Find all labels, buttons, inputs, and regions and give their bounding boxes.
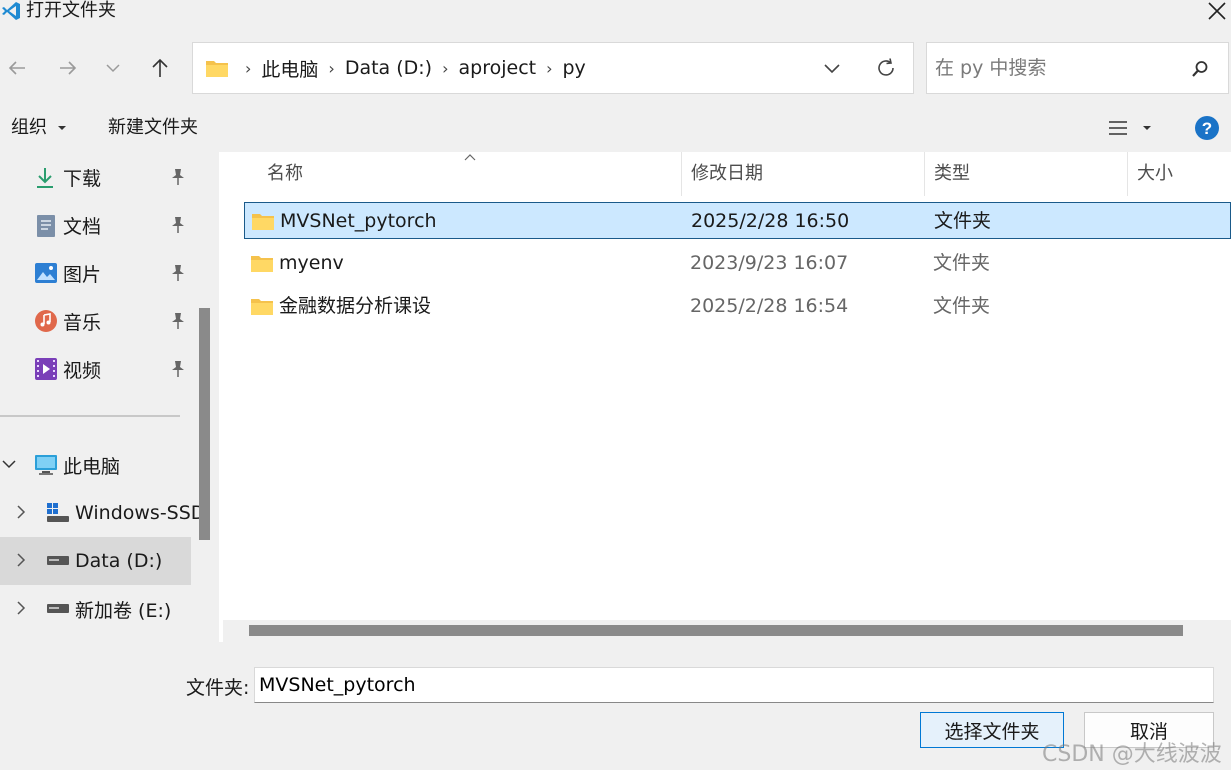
sidebar-item-label: Windows-SSD [75, 502, 206, 524]
window-title: 打开文件夹 [26, 0, 116, 21]
sidebar-item-videos[interactable]: 视频 [0, 345, 191, 393]
svg-text:?: ? [1202, 119, 1212, 138]
sidebar-item-label: 此电脑 [63, 455, 121, 478]
chevron-right-icon[interactable] [14, 601, 28, 615]
help-icon[interactable]: ? [1194, 115, 1220, 141]
folder-name-field[interactable] [254, 667, 1214, 703]
sidebar-item-data-d[interactable]: Data (D:) [0, 537, 191, 585]
pin-icon[interactable] [170, 168, 186, 186]
breadcrumb-separator: › [442, 58, 449, 78]
column-header-size[interactable]: 大小 [1137, 152, 1173, 196]
column-divider[interactable] [1127, 152, 1128, 196]
chevron-right-icon[interactable] [14, 553, 28, 567]
file-type: 文件夹 [933, 252, 991, 274]
sidebar-item-this-pc[interactable]: 此电脑 [0, 441, 191, 489]
sidebar-item-label: Data (D:) [75, 550, 163, 572]
pin-icon[interactable] [170, 264, 186, 282]
navigation-pane: 下载 文档 图片 音乐 视频 此电脑 Windows-SSD Data (D:)… [0, 152, 217, 642]
dropdown-caret-icon [57, 126, 66, 130]
back-arrow-icon[interactable] [0, 51, 34, 85]
vscode-icon [1, 1, 21, 21]
sidebar-item-downloads[interactable]: 下载 [0, 153, 191, 201]
sidebar-item-label: 视频 [63, 359, 102, 382]
forward-arrow-icon[interactable] [51, 51, 85, 85]
organize-label: 组织 [11, 117, 47, 138]
file-name: myenv [279, 252, 344, 274]
close-icon[interactable] [1206, 0, 1228, 22]
watermark: CSDN @大线波波 [1042, 742, 1222, 767]
file-name: MVSNet_pytorch [280, 210, 437, 232]
file-modified: 2025/2/28 16:50 [691, 210, 850, 232]
sort-ascending-icon [464, 153, 476, 161]
history-dropdown-icon[interactable] [823, 59, 841, 77]
search-input[interactable] [935, 55, 1175, 81]
breadcrumb-py[interactable]: py [559, 57, 590, 79]
view-options-icon[interactable] [1108, 118, 1156, 138]
column-divider[interactable] [681, 152, 682, 196]
folder-icon [251, 211, 275, 231]
breadcrumb-separator: › [546, 58, 553, 78]
folder-icon [250, 253, 274, 273]
file-type: 文件夹 [934, 210, 992, 232]
folder-icon [250, 296, 274, 316]
pin-icon[interactable] [170, 360, 186, 378]
folder-field-label: 文件夹: [186, 677, 250, 699]
chevron-down-icon[interactable] [96, 51, 130, 85]
table-row[interactable]: 金融数据分析课设 2025/2/28 16:54 文件夹 [244, 288, 1231, 325]
table-row[interactable]: myenv 2023/9/23 16:07 文件夹 [244, 245, 1231, 282]
drive-icon [46, 555, 70, 567]
folder-icon [205, 58, 229, 78]
file-modified: 2023/9/23 16:07 [690, 252, 849, 274]
sidebar-item-pictures[interactable]: 图片 [0, 249, 191, 297]
command-bar: 组织 新建文件夹 ? [0, 104, 1231, 152]
nav-vertical-scrollbar[interactable] [199, 308, 210, 540]
column-divider[interactable] [924, 152, 925, 196]
sidebar-item-windows-ssd[interactable]: Windows-SSD [0, 489, 205, 537]
column-header-modified[interactable]: 修改日期 [691, 152, 763, 196]
download-icon [34, 166, 56, 190]
horizontal-scrollbar[interactable] [249, 625, 1183, 636]
pin-icon[interactable] [170, 216, 186, 234]
drive-icon [46, 603, 70, 615]
breadcrumb-this-pc[interactable]: 此电脑 [257, 55, 322, 82]
sidebar-item-label: 音乐 [63, 311, 102, 334]
breadcrumb-separator: › [245, 58, 252, 78]
breadcrumb-data-d[interactable]: Data (D:) [341, 57, 436, 79]
sidebar-item-label: 图片 [63, 263, 102, 286]
chevron-right-icon[interactable] [14, 505, 28, 519]
sidebar-item-documents[interactable]: 文档 [0, 201, 191, 249]
table-row[interactable]: MVSNet_pytorch 2025/2/28 16:50 文件夹 [244, 202, 1231, 239]
sidebar-item-label: 文档 [63, 215, 102, 238]
title-bar: 打开文件夹 [0, 0, 1231, 30]
pictures-icon [34, 261, 58, 285]
sidebar-item-label: 新加卷 (E:) [75, 599, 172, 622]
breadcrumb-aproject[interactable]: aproject [455, 57, 541, 79]
document-icon [36, 214, 56, 238]
breadcrumb-separator: › [328, 58, 335, 78]
chevron-down-icon[interactable] [2, 457, 16, 471]
up-arrow-icon[interactable] [143, 51, 177, 85]
file-type: 文件夹 [933, 295, 991, 317]
sidebar-item-music[interactable]: 音乐 [0, 297, 191, 345]
file-name: 金融数据分析课设 [279, 295, 432, 317]
pin-icon[interactable] [170, 312, 186, 330]
search-icon[interactable] [1190, 59, 1210, 79]
column-header-name[interactable]: 名称 [267, 152, 303, 196]
divider [0, 415, 180, 417]
windows-drive-icon [46, 502, 70, 524]
address-bar[interactable]: › 此电脑 › Data (D:) › aproject › py [192, 42, 914, 94]
sidebar-item-drive-e[interactable]: 新加卷 (E:) [0, 585, 191, 633]
search-box[interactable] [926, 42, 1229, 94]
organize-button[interactable]: 组织 [11, 104, 67, 152]
new-folder-button[interactable]: 新建文件夹 [108, 104, 198, 152]
file-list: 名称 修改日期 类型 大小 MVSNet_pytorch 2025/2/28 1… [219, 152, 1231, 642]
music-icon [34, 309, 58, 333]
video-icon [34, 357, 58, 381]
computer-icon [34, 454, 58, 476]
refresh-icon[interactable] [875, 57, 897, 79]
sidebar-item-label: 下载 [63, 167, 102, 190]
file-modified: 2025/2/28 16:54 [690, 295, 849, 317]
column-header-type[interactable]: 类型 [934, 152, 970, 196]
